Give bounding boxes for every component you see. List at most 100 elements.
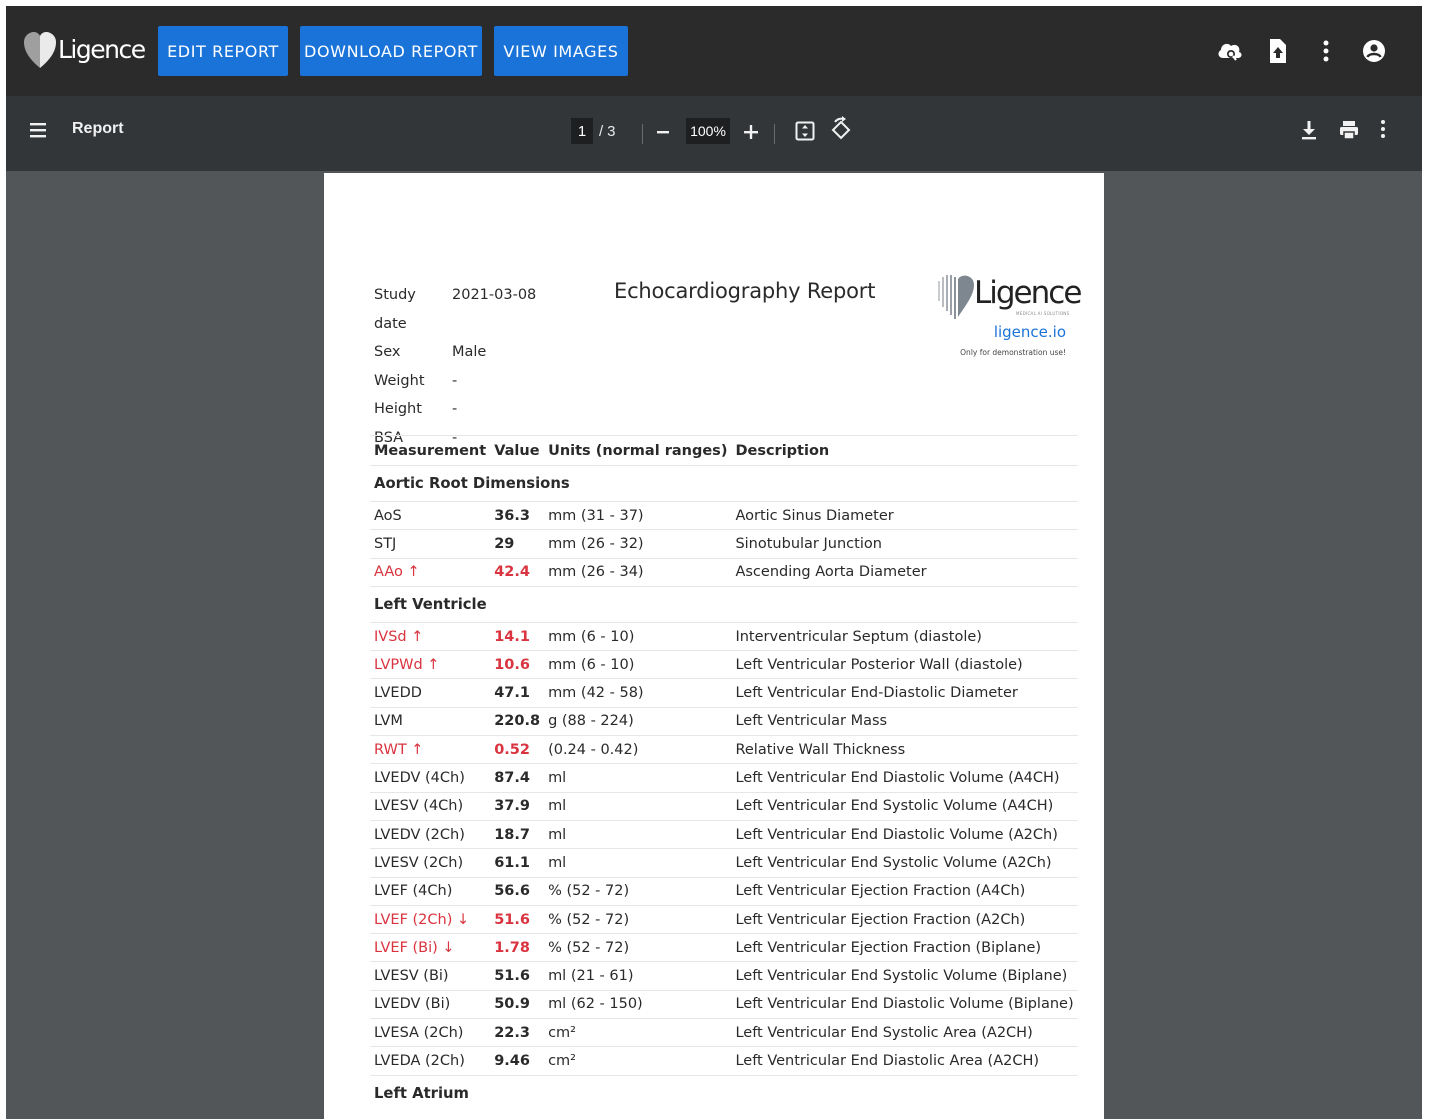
table-row: LVEF (2Ch) ↓ 51.6 % (52 - 72) Left Ventr… bbox=[370, 904, 1078, 934]
measurement-value: 29 bbox=[490, 529, 545, 559]
section-title: Left Ventricle bbox=[370, 585, 1078, 623]
table-row: IVSd ↑ 14.1 mm (6 - 10) Interventricular… bbox=[370, 621, 1078, 651]
fit-page-icon[interactable] bbox=[794, 118, 816, 144]
measurement-name: LVEDA (2Ch) bbox=[370, 1046, 491, 1076]
measurement-value: 56.6 bbox=[490, 876, 545, 906]
measurement-value: 22.3 bbox=[490, 1018, 545, 1047]
measurement-description: Left Ventricular Ejection Fraction (A4Ch… bbox=[731, 876, 1078, 906]
measurement-units: mm (26 - 32) bbox=[544, 529, 732, 559]
col-header-measurement: Measurement bbox=[370, 435, 491, 466]
measurement-description: Left Ventricular End Systolic Volume (A2… bbox=[731, 848, 1078, 878]
measurement-description: Left Ventricular End Diastolic Area (A2C… bbox=[731, 1046, 1078, 1076]
table-row: LVM 220.8 g (88 - 224) Left Ventricular … bbox=[370, 706, 1078, 736]
edit-report-button[interactable]: EDIT REPORT bbox=[158, 26, 288, 76]
table-row: LVESV (2Ch) 61.1 ml Left Ventricular End… bbox=[370, 848, 1078, 878]
report-logo: Ligence MEDICAL AI SOLUTIONS ligence.io … bbox=[930, 273, 1082, 363]
app-header-actions bbox=[1206, 6, 1398, 96]
col-header-value: Value bbox=[490, 435, 545, 466]
page-number-input[interactable]: 1 bbox=[571, 118, 593, 144]
measurement-units: ml bbox=[544, 791, 732, 821]
measurement-name: LVESV (2Ch) bbox=[370, 848, 491, 878]
measurement-description: Left Ventricular Ejection Fraction (Bipl… bbox=[731, 933, 1078, 962]
view-images-button[interactable]: VIEW IMAGES bbox=[494, 26, 628, 76]
measurement-name: LVEF (2Ch) ↓ bbox=[370, 904, 491, 934]
section-title: Left Atrium bbox=[370, 1074, 1078, 1112]
table-row: AAo ↑ 42.4 mm (26 - 34) Ascending Aorta … bbox=[370, 557, 1078, 587]
cloud-search-icon[interactable] bbox=[1206, 27, 1254, 75]
measurement-name: LVEDV (Bi) bbox=[370, 989, 491, 1019]
table-row: LVPWd ↑ 10.6 mm (6 - 10) Left Ventricula… bbox=[370, 650, 1078, 679]
download-icon[interactable] bbox=[1299, 118, 1319, 142]
measurement-description: Left Ventricular End Diastolic Volume (B… bbox=[731, 989, 1078, 1019]
info-row: Weight - bbox=[374, 367, 536, 396]
zoom-in-icon[interactable] bbox=[742, 118, 762, 146]
measurement-description: Relative Wall Thickness bbox=[731, 735, 1078, 764]
table-row: LVESA (2Ch) 22.3 cm² Left Ventricular En… bbox=[370, 1018, 1078, 1047]
measurement-value: 18.7 bbox=[490, 819, 545, 849]
table-row: LVEF (4Ch) 56.6 % (52 - 72) Left Ventric… bbox=[370, 876, 1078, 906]
measurement-description: Left Ventricular End Systolic Area (A2CH… bbox=[731, 1018, 1078, 1047]
app-logo[interactable]: Ligence bbox=[24, 28, 152, 74]
measurement-units: % (52 - 72) bbox=[544, 904, 732, 934]
measurement-units: (0.24 - 0.42) bbox=[544, 735, 732, 764]
download-report-button[interactable]: DOWNLOAD REPORT bbox=[300, 26, 482, 76]
measurement-units: % (52 - 72) bbox=[544, 876, 732, 906]
measurement-value: 10.6 bbox=[490, 650, 545, 679]
zoom-level-input[interactable]: 100% bbox=[686, 118, 730, 144]
measurement-units: cm² bbox=[544, 1046, 732, 1076]
measurement-name: AoS bbox=[370, 500, 491, 530]
file-upload-icon[interactable] bbox=[1254, 27, 1302, 75]
table-header-row: Measurement Value Units (normal ranges) … bbox=[370, 435, 1078, 466]
page-separator: / bbox=[599, 122, 604, 140]
info-value: 2021-03-08 bbox=[452, 287, 537, 303]
heart-logo-icon bbox=[24, 32, 56, 68]
measurement-units: g (88 - 224) bbox=[544, 706, 732, 736]
report-logo-subtitle: MEDICAL AI SOLUTIONS bbox=[1016, 311, 1070, 316]
report-logo-site[interactable]: ligence.io bbox=[994, 323, 1066, 341]
info-row: Study date 2021-03-08 bbox=[374, 281, 536, 338]
measurement-value: 42.4 bbox=[490, 557, 545, 587]
measurement-name: LVEDV (4Ch) bbox=[370, 763, 491, 793]
measurement-name: LVEDV (2Ch) bbox=[370, 819, 491, 849]
table-row: LVEDV (Bi) 50.9 ml (62 - 150) Left Ventr… bbox=[370, 989, 1078, 1019]
section-row: Left Ventricle bbox=[370, 585, 1078, 623]
table-row: LVEDD 47.1 mm (42 - 58) Left Ventricular… bbox=[370, 678, 1078, 708]
document-title: Report bbox=[72, 120, 124, 137]
more-options-icon[interactable] bbox=[1380, 118, 1392, 144]
measurement-value: 47.1 bbox=[490, 678, 545, 708]
measurement-units: ml bbox=[544, 763, 732, 793]
info-row: Height - bbox=[374, 395, 536, 424]
measurement-name: LVESV (4Ch) bbox=[370, 791, 491, 821]
measurement-value: 61.1 bbox=[490, 848, 545, 878]
measurement-units: % (52 - 72) bbox=[544, 933, 732, 962]
more-vert-icon[interactable] bbox=[1302, 27, 1350, 75]
table-row: LVESV (4Ch) 37.9 ml Left Ventricular End… bbox=[370, 791, 1078, 821]
menu-icon[interactable] bbox=[28, 120, 48, 142]
info-label: Study date bbox=[374, 287, 416, 332]
measurement-name: LVM bbox=[370, 706, 491, 736]
measurement-value: 36.3 bbox=[490, 500, 545, 530]
measurement-value: 0.52 bbox=[490, 735, 545, 764]
measurement-description: Aortic Sinus Diameter bbox=[731, 500, 1078, 530]
account-icon[interactable] bbox=[1350, 27, 1398, 75]
measurement-name: IVSd ↑ bbox=[370, 621, 491, 651]
measurement-units: ml (21 - 61) bbox=[544, 961, 732, 991]
measurement-value: 51.6 bbox=[490, 904, 545, 934]
measurement-units: cm² bbox=[544, 1018, 732, 1047]
measurement-value: 50.9 bbox=[490, 989, 545, 1019]
print-icon[interactable] bbox=[1338, 118, 1360, 142]
measurement-description: Left Ventricular End Systolic Volume (Bi… bbox=[731, 961, 1078, 991]
heart-logo-icon bbox=[938, 275, 974, 319]
measurement-value: 87.4 bbox=[490, 763, 545, 793]
measurement-value: 220.8 bbox=[490, 706, 545, 736]
pdf-canvas[interactable]: Study date 2021-03-08 Sex Male Weight - … bbox=[6, 171, 1422, 1119]
measurement-name: LVESV (Bi) bbox=[370, 961, 491, 991]
measurement-units: mm (6 - 10) bbox=[544, 650, 732, 679]
zoom-out-icon[interactable] bbox=[655, 118, 675, 146]
measurement-name: RWT ↑ bbox=[370, 735, 491, 764]
demo-note: Only for demonstration use! bbox=[960, 348, 1066, 357]
rotate-icon[interactable] bbox=[829, 116, 853, 144]
measurement-units: mm (6 - 10) bbox=[544, 621, 732, 651]
info-value: - bbox=[452, 372, 458, 389]
table-row: LVEDV (4Ch) 87.4 ml Left Ventricular End… bbox=[370, 763, 1078, 793]
